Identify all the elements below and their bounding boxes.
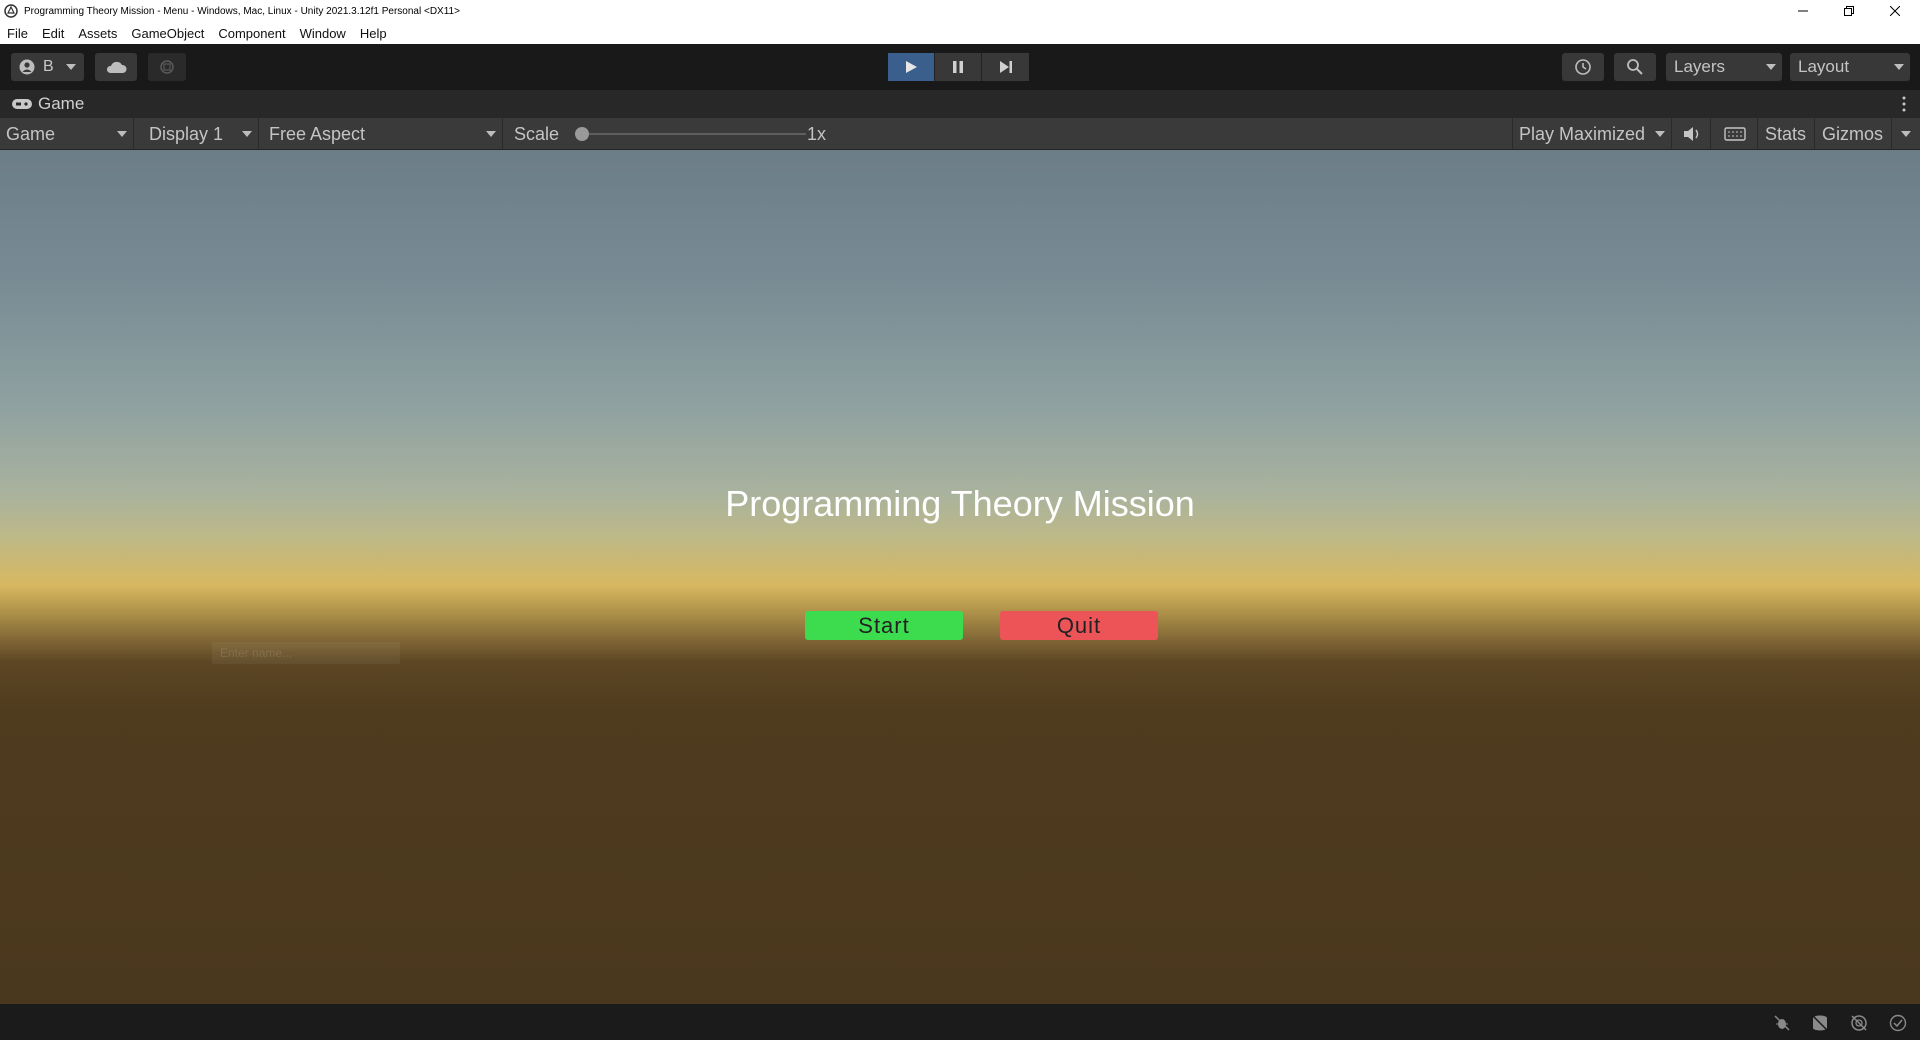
scale-control: Scale 1x bbox=[507, 118, 837, 150]
layers-dropdown[interactable]: Layers bbox=[1666, 53, 1782, 81]
scale-value: 1x bbox=[807, 123, 827, 144]
status-ok-icon[interactable] bbox=[1888, 1013, 1908, 1033]
minimize-icon bbox=[1798, 10, 1808, 12]
history-icon bbox=[1575, 59, 1591, 75]
scale-slider-track[interactable] bbox=[582, 133, 806, 135]
layout-label: Layout bbox=[1798, 57, 1850, 76]
tab-game[interactable]: Game bbox=[11, 94, 84, 114]
game-viewport[interactable]: Enter name... Programming Theory Mission… bbox=[0, 150, 1920, 1004]
scale-label: Scale bbox=[514, 123, 560, 144]
chevron-down-icon bbox=[242, 131, 252, 137]
close-icon bbox=[1890, 6, 1900, 16]
keyboard-icon bbox=[1723, 127, 1746, 141]
menu-help[interactable]: Help bbox=[353, 26, 394, 41]
chevron-down-icon bbox=[66, 64, 76, 70]
window-title: Programming Theory Mission - Menu - Wind… bbox=[24, 5, 460, 17]
window-titlebar: Programming Theory Mission - Menu - Wind… bbox=[0, 0, 1920, 22]
pause-button[interactable] bbox=[935, 53, 982, 81]
chevron-down-icon bbox=[1894, 64, 1904, 70]
view-select[interactable]: Game bbox=[0, 118, 134, 150]
game-title: Programming Theory Mission bbox=[725, 483, 1195, 524]
aspect-select[interactable]: Free Aspect bbox=[263, 118, 503, 150]
quit-button[interactable]: Quit bbox=[1000, 611, 1158, 640]
unity-logo-icon bbox=[4, 4, 18, 18]
chevron-down-icon bbox=[1901, 131, 1911, 137]
display-select-label: Display 1 bbox=[149, 123, 224, 144]
view-select-label: Game bbox=[6, 123, 56, 144]
minimize-button[interactable] bbox=[1780, 0, 1826, 22]
menu-window[interactable]: Window bbox=[293, 26, 353, 41]
gizmos-label: Gizmos bbox=[1822, 123, 1884, 144]
mute-audio-button[interactable] bbox=[1673, 118, 1711, 150]
step-button[interactable] bbox=[982, 53, 1029, 81]
pause-icon bbox=[953, 61, 963, 73]
step-icon bbox=[999, 61, 1012, 73]
panel-tab-bar: Game bbox=[0, 90, 1920, 118]
account-icon bbox=[19, 59, 35, 75]
play-mode-label: Play Maximized bbox=[1519, 123, 1646, 144]
gizmos-dropdown[interactable] bbox=[1892, 118, 1920, 150]
restore-button[interactable] bbox=[1826, 0, 1872, 22]
search-icon bbox=[1627, 59, 1643, 75]
main-toolbar: B Layers Layout bbox=[0, 44, 1920, 90]
cloud-button[interactable] bbox=[95, 53, 137, 81]
tab-game-label: Game bbox=[38, 94, 85, 113]
history-button[interactable] bbox=[1562, 53, 1604, 81]
layout-dropdown[interactable]: Layout bbox=[1790, 53, 1910, 81]
menu-edit[interactable]: Edit bbox=[35, 26, 71, 41]
gamepad-icon bbox=[12, 99, 32, 109]
start-button[interactable]: Start bbox=[805, 611, 963, 640]
chevron-down-icon bbox=[117, 131, 127, 137]
stats-label: Stats bbox=[1765, 123, 1807, 144]
search-button[interactable] bbox=[1614, 53, 1656, 81]
ghost-name-input[interactable]: Enter name... bbox=[212, 642, 400, 664]
stats-button[interactable]: Stats bbox=[1759, 118, 1815, 150]
status-bar bbox=[0, 1004, 1920, 1040]
menu-gameobject[interactable]: GameObject bbox=[124, 26, 211, 41]
speaker-icon bbox=[1683, 127, 1698, 141]
close-button[interactable] bbox=[1872, 0, 1918, 22]
debug-icon[interactable] bbox=[1772, 1013, 1792, 1033]
play-mode-select[interactable]: Play Maximized bbox=[1512, 118, 1672, 150]
account-dropdown[interactable]: B bbox=[11, 53, 84, 81]
scale-slider-thumb[interactable] bbox=[575, 127, 589, 141]
play-button[interactable] bbox=[888, 53, 935, 81]
game-view-toolbar: Game Display 1 Free Aspect Scale 1x Play… bbox=[0, 118, 1920, 150]
network-icon[interactable] bbox=[1849, 1013, 1869, 1033]
restore-icon bbox=[1844, 6, 1854, 16]
play-icon bbox=[906, 61, 917, 73]
chevron-down-icon bbox=[486, 131, 496, 137]
cache-server-icon[interactable] bbox=[1810, 1013, 1830, 1033]
layers-label: Layers bbox=[1674, 57, 1726, 76]
collab-icon bbox=[160, 60, 174, 74]
play-controls bbox=[888, 53, 1030, 81]
collab-button[interactable] bbox=[148, 53, 186, 81]
chevron-down-icon bbox=[1766, 64, 1776, 70]
cloud-icon bbox=[106, 61, 127, 73]
aspect-select-label: Free Aspect bbox=[269, 123, 366, 144]
chevron-down-icon bbox=[1655, 131, 1665, 137]
account-label: B bbox=[43, 58, 54, 75]
gizmos-button[interactable]: Gizmos bbox=[1816, 118, 1892, 150]
more-vertical-icon bbox=[1902, 96, 1906, 112]
panel-menu-button[interactable] bbox=[1902, 96, 1906, 117]
display-select[interactable]: Display 1 bbox=[143, 118, 259, 150]
menu-file[interactable]: File bbox=[0, 26, 35, 41]
menu-component[interactable]: Component bbox=[211, 26, 292, 41]
menu-bar: File Edit Assets GameObject Component Wi… bbox=[0, 22, 1920, 44]
menu-assets[interactable]: Assets bbox=[71, 26, 124, 41]
keyboard-button[interactable] bbox=[1712, 118, 1758, 150]
